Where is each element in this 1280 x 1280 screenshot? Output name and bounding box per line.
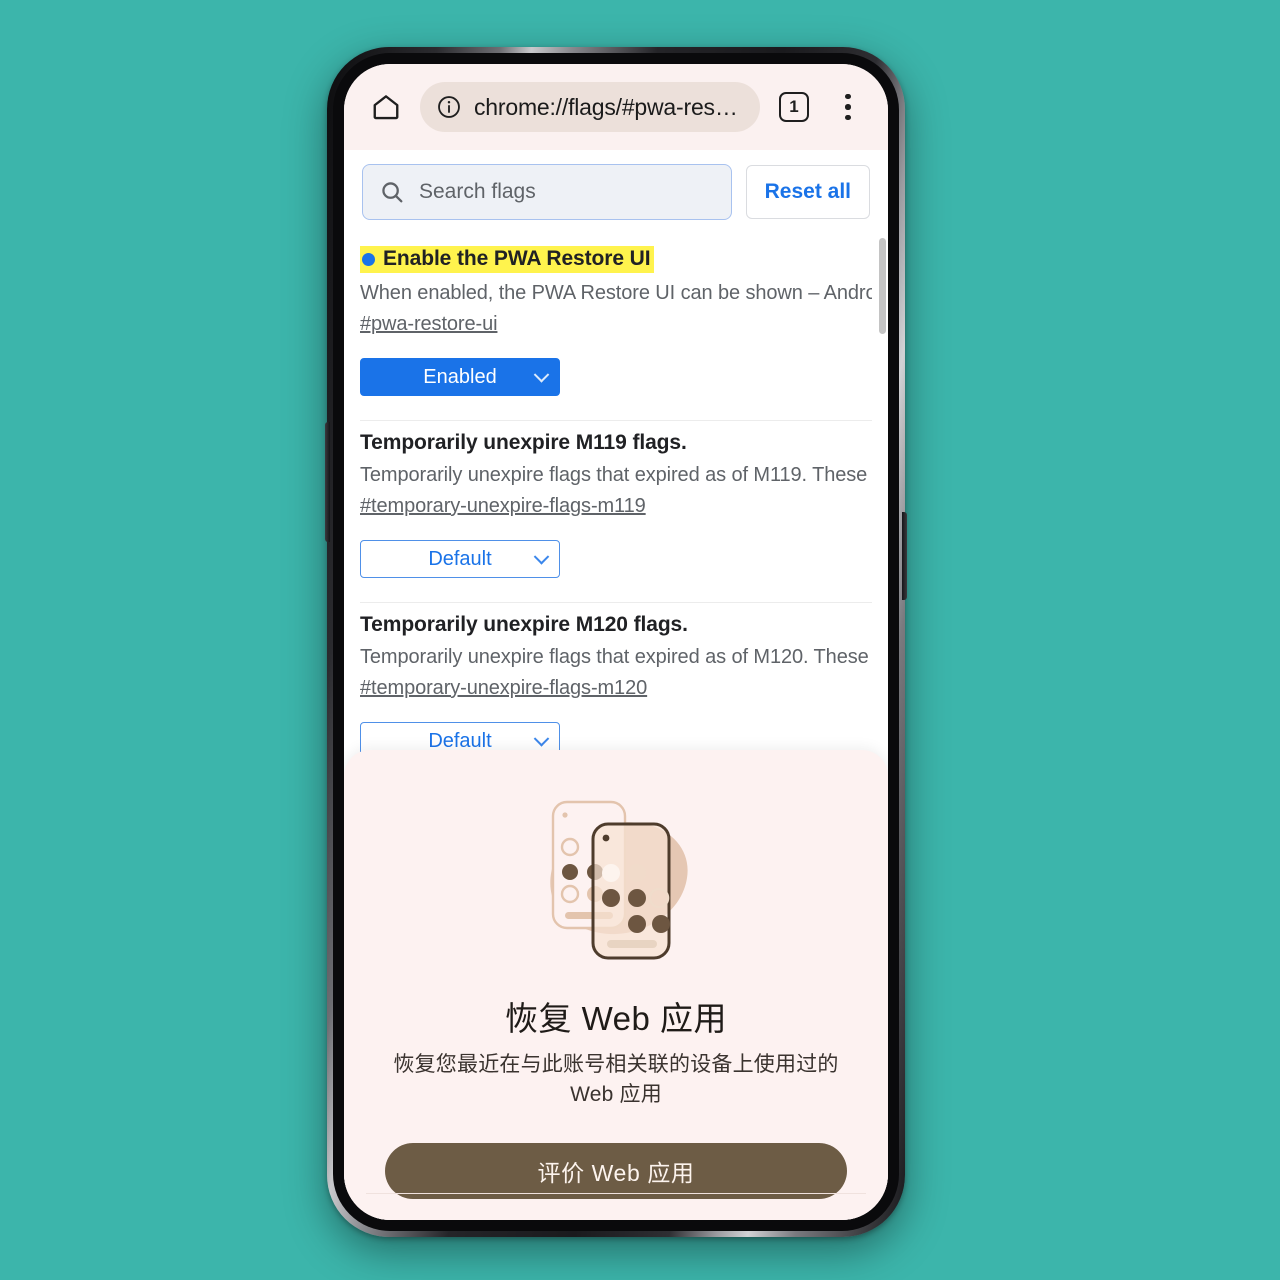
chevron-down-icon xyxy=(533,367,550,383)
search-placeholder: Search flags xyxy=(419,180,536,203)
flag-title: Temporarily unexpire M120 flags. xyxy=(360,613,688,637)
menu-dots xyxy=(845,93,851,121)
two-phones-with-app-icons-illustration xyxy=(550,800,688,960)
sheet-subtitle: 恢复您最近在与此账号相关联的设备上使用过的 Web 应用 xyxy=(393,1053,839,1107)
phone-device: chrome://flags/#pwa-restore-ui 1 xyxy=(325,47,907,1237)
flag-title-text: Temporarily unexpire M120 flags. xyxy=(360,613,688,636)
flag-anchor-link[interactable]: #temporary-unexpire-flags-m120 xyxy=(360,677,872,700)
flag-title: Temporarily unexpire M119 flags. xyxy=(360,431,687,455)
browser-toolbar: chrome://flags/#pwa-restore-ui 1 xyxy=(344,64,888,150)
flag-description: When enabled, the PWA Restore UI can be … xyxy=(360,282,872,304)
info-circle-icon[interactable] xyxy=(436,94,462,120)
url-text: chrome://flags/#pwa-restore-ui xyxy=(474,93,742,120)
power-button[interactable] xyxy=(325,422,330,542)
pwa-restore-bottom-sheet: 恢复 Web 应用 恢复您最近在与此账号相关联的设备上使用过的 Web 应用 评… xyxy=(344,750,888,1220)
home-icon[interactable] xyxy=(366,87,406,127)
flag-anchor-link[interactable]: #pwa-restore-ui xyxy=(360,313,872,336)
page-scrollbar[interactable] xyxy=(879,238,886,334)
flag-state-value: Default xyxy=(428,547,492,570)
flag-state-select[interactable]: Default xyxy=(360,540,560,578)
search-input[interactable]: Search flags xyxy=(362,164,732,220)
flag-title-text: Temporarily unexpire M119 flags. xyxy=(360,431,687,454)
chevron-down-icon xyxy=(533,731,550,747)
three-dot-menu-icon[interactable] xyxy=(828,87,868,127)
sheet-divider xyxy=(366,1193,866,1194)
volume-button[interactable] xyxy=(902,512,907,600)
flag-anchor-link[interactable]: #temporary-unexpire-flags-m119 xyxy=(360,495,872,518)
flag-description: Temporarily unexpire flags that expired … xyxy=(360,646,872,668)
flag-state-value: Enabled xyxy=(423,365,497,388)
flag-title-text: Enable the PWA Restore UI xyxy=(383,247,651,270)
address-bar[interactable]: chrome://flags/#pwa-restore-ui xyxy=(420,82,760,132)
tab-count: 1 xyxy=(779,92,809,122)
flag-entry: Enable the PWA Restore UI When enabled, … xyxy=(360,236,872,421)
flag-title: Enable the PWA Restore UI xyxy=(360,246,655,273)
phone-screen: chrome://flags/#pwa-restore-ui 1 xyxy=(344,64,888,1220)
flag-description: Temporarily unexpire flags that expired … xyxy=(360,464,872,486)
sheet-title: 恢复 Web 应用 xyxy=(504,1000,728,1037)
search-row: Search flags Reset all xyxy=(344,150,888,236)
blue-dot-icon xyxy=(362,252,375,266)
reset-all-button[interactable]: Reset all xyxy=(745,165,870,219)
chevron-down-icon xyxy=(533,549,550,565)
chrome-flags-page: Search flags Reset all Enable the PWA Re… xyxy=(344,150,888,1220)
search-icon xyxy=(379,179,405,205)
flag-state-select[interactable]: Enabled xyxy=(360,358,560,396)
flag-entry: Temporarily unexpire M119 flags. Tempora… xyxy=(360,421,872,603)
tab-switcher-button[interactable]: 1 xyxy=(774,87,814,127)
review-web-apps-button[interactable]: 评价 Web 应用 xyxy=(385,1142,847,1199)
